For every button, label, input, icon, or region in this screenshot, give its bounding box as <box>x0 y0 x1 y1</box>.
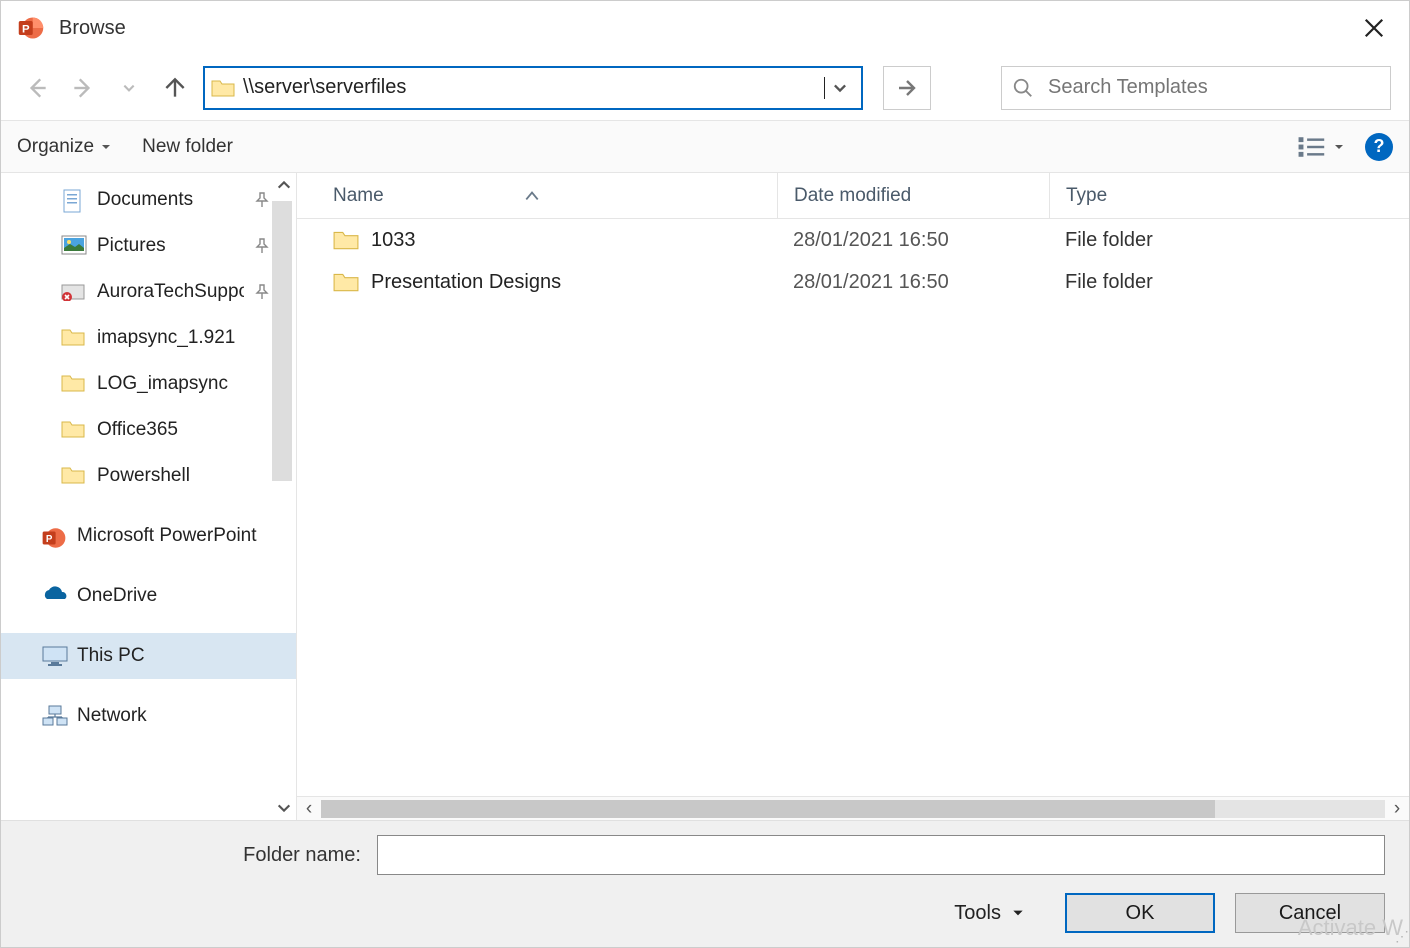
pin-icon <box>254 192 270 208</box>
tools-button[interactable]: Tools <box>954 902 1025 925</box>
sidebar-scroll-down[interactable] <box>276 800 292 816</box>
column-type[interactable]: Type <box>1049 173 1409 218</box>
sidebar-item-powerpoint[interactable]: P Microsoft PowerPoint <box>1 513 296 559</box>
folder-name-label: Folder name: <box>41 844 361 867</box>
folder-name-input[interactable] <box>377 835 1385 875</box>
nav-recent-dropdown[interactable] <box>111 70 147 106</box>
onedrive-icon <box>41 585 67 607</box>
nav-up-button[interactable] <box>157 70 193 106</box>
folder-icon <box>61 465 87 487</box>
sidebar-item-powershell[interactable]: Powershell <box>1 453 296 499</box>
pin-icon <box>254 238 270 254</box>
organize-button[interactable]: Organize <box>17 136 112 158</box>
search-box[interactable] <box>1001 66 1391 110</box>
sidebar-scroll-up[interactable] <box>276 177 292 193</box>
folder-icon <box>61 419 87 441</box>
cancel-button[interactable]: Cancel <box>1235 893 1385 933</box>
help-button[interactable]: ? <box>1365 133 1393 161</box>
svg-text:P: P <box>46 534 53 545</box>
new-folder-button[interactable]: New folder <box>142 136 233 158</box>
nav-back-button[interactable] <box>19 70 55 106</box>
window-title: Browse <box>59 17 1355 40</box>
search-input[interactable] <box>1048 76 1380 99</box>
sidebar-item-log-imapsync[interactable]: LOG_imapsync <box>1 361 296 407</box>
sort-asc-icon <box>524 190 540 202</box>
address-path: \\server\serverfiles <box>243 76 826 99</box>
sidebar-item-auroratech[interactable]: AuroraTechSupport <box>1 269 296 315</box>
ok-button[interactable]: OK <box>1065 893 1215 933</box>
close-button[interactable] <box>1355 17 1393 39</box>
navigation-pane: Documents Pictures AuroraTechSupport ima… <box>1 173 297 820</box>
pictures-icon <box>61 235 87 257</box>
resize-grip[interactable]: ⋰ <box>1395 928 1407 945</box>
horizontal-scrollbar[interactable]: ‹ › <box>297 796 1409 820</box>
file-row[interactable]: Presentation Designs 28/01/2021 16:50 Fi… <box>297 261 1409 303</box>
address-bar[interactable]: \\server\serverfiles <box>203 66 863 110</box>
sidebar-item-onedrive[interactable]: OneDrive <box>1 573 296 619</box>
go-button[interactable] <box>883 66 931 110</box>
pin-icon <box>254 284 270 300</box>
this-pc-icon <box>41 645 67 667</box>
document-icon <box>61 189 87 211</box>
sidebar-scrollbar[interactable] <box>272 201 292 481</box>
powerpoint-app-icon: P <box>17 14 45 42</box>
column-date-modified[interactable]: Date modified <box>777 173 1049 218</box>
folder-icon <box>61 327 87 349</box>
sidebar-item-pictures[interactable]: Pictures <box>1 223 296 269</box>
sidebar-item-this-pc[interactable]: This PC <box>1 633 296 679</box>
sidebar-item-network[interactable]: Network <box>1 693 296 739</box>
folder-icon <box>211 78 235 98</box>
sync-error-icon <box>61 281 87 303</box>
file-list: 1033 28/01/2021 16:50 File folder Presen… <box>297 219 1409 796</box>
scroll-right-icon[interactable]: › <box>1385 798 1409 820</box>
nav-forward-button[interactable] <box>65 70 101 106</box>
address-history-dropdown[interactable] <box>825 79 855 97</box>
network-icon <box>41 705 67 727</box>
search-icon <box>1012 77 1034 99</box>
view-options-button[interactable] <box>1297 136 1345 158</box>
column-name[interactable]: Name <box>333 185 384 207</box>
powerpoint-icon: P <box>41 525 67 547</box>
folder-icon <box>333 271 359 293</box>
sidebar-item-imapsync[interactable]: imapsync_1.921 <box>1 315 296 361</box>
folder-icon <box>333 229 359 251</box>
column-headers[interactable]: Name Date modified Type <box>297 173 1409 219</box>
sidebar-item-documents[interactable]: Documents <box>1 177 296 223</box>
sidebar-item-office365[interactable]: Office365 <box>1 407 296 453</box>
folder-icon <box>61 373 87 395</box>
svg-text:P: P <box>22 23 30 35</box>
scroll-left-icon[interactable]: ‹ <box>297 798 321 820</box>
file-row[interactable]: 1033 28/01/2021 16:50 File folder <box>297 219 1409 261</box>
